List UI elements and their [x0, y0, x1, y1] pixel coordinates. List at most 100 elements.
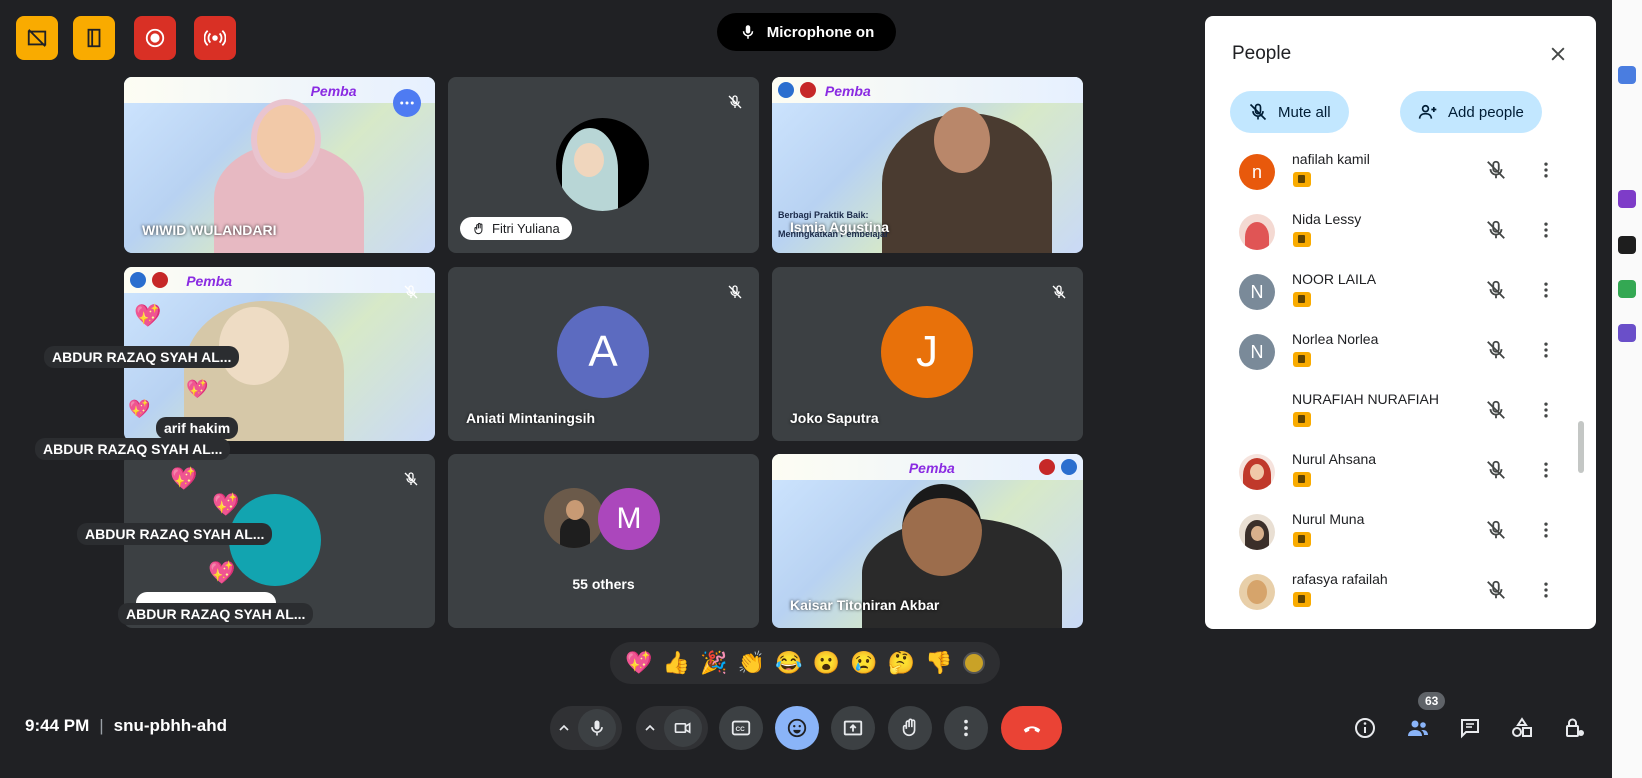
muted-indicator — [723, 90, 747, 114]
floating-name-label: ABDUR RAZAQ SYAH AL... — [118, 603, 314, 625]
mic-off-icon — [1487, 400, 1505, 419]
list-item[interactable]: Nurul Ahsana — [1205, 449, 1596, 509]
meeting-code[interactable]: snu-pbhh-ahd — [114, 716, 227, 736]
host-controls-button[interactable] — [1554, 708, 1594, 748]
mute-participant-button[interactable] — [1483, 157, 1509, 183]
reactions-button[interactable] — [775, 706, 819, 750]
extension-icon[interactable] — [1618, 66, 1636, 84]
participant-name: Aniati Mintaningsih — [466, 410, 596, 426]
participant-name: WIWID WULANDARI — [142, 222, 277, 238]
muted-indicator — [399, 280, 423, 304]
participant-tile-kaisar[interactable]: Pemba Kaisar Titoniran Akbar — [772, 454, 1083, 628]
add-people-label: Add people — [1448, 103, 1524, 121]
mute-participant-button[interactable] — [1483, 337, 1509, 363]
extension-icon[interactable] — [1618, 190, 1636, 208]
phone-hangup-icon — [1023, 726, 1040, 733]
participant-name: Joko Saputra — [790, 410, 879, 426]
participant-name: Norlea Norlea — [1292, 331, 1379, 347]
participant-tile-ismia[interactable]: Pemba Berbagi Praktik Baik: Meningkatkan… — [772, 77, 1083, 253]
present-screen-button[interactable] — [831, 706, 875, 750]
participant-name: Nida Lessy — [1292, 211, 1362, 227]
reaction-crying[interactable]: 😢 — [850, 650, 877, 676]
info-icon — [1355, 718, 1375, 738]
participant-more-button[interactable] — [1534, 337, 1558, 363]
extension-icon[interactable] — [1618, 280, 1636, 298]
reaction-thumbs-down[interactable]: 👎 — [925, 650, 952, 676]
reaction-party-popper[interactable]: 🎉 — [700, 650, 727, 676]
mute-participant-button[interactable] — [1483, 457, 1509, 483]
mute-participant-button[interactable] — [1483, 397, 1509, 423]
reaction-clapping[interactable]: 👏 — [738, 650, 765, 676]
recording-button[interactable] — [134, 16, 176, 60]
skin-tone-selector[interactable] — [962, 652, 985, 674]
breakout-rooms-button[interactable] — [73, 16, 115, 60]
list-item[interactable]: n nafilah kamil — [1205, 149, 1596, 209]
participant-tile-joko[interactable]: J Joko Saputra — [772, 267, 1083, 441]
camera-button[interactable] — [664, 709, 702, 747]
close-icon — [1551, 47, 1565, 61]
participant-tile-wiwid[interactable]: Pemba WIWID WULANDARI — [124, 77, 435, 253]
participant-more-button[interactable] — [1534, 397, 1558, 423]
chevron-up-icon[interactable] — [556, 720, 572, 736]
participant-tile-fitri[interactable]: Fitri Yuliana — [448, 77, 759, 253]
present-screen-icon — [843, 720, 863, 736]
panel-scrollbar[interactable] — [1578, 421, 1584, 473]
more-options-button[interactable] — [393, 89, 421, 117]
mic-off-icon — [1487, 160, 1505, 179]
others-avatar: M — [598, 488, 660, 550]
participant-more-button[interactable] — [1534, 157, 1558, 183]
people-button[interactable] — [1398, 708, 1438, 748]
mute-participant-button[interactable] — [1483, 277, 1509, 303]
add-people-button[interactable]: Add people — [1400, 91, 1542, 133]
mic-off-icon — [1249, 103, 1267, 121]
participant-more-button[interactable] — [1534, 517, 1558, 543]
list-item[interactable]: Nida Lessy — [1205, 209, 1596, 269]
chat-button[interactable] — [1450, 708, 1490, 748]
list-item[interactable]: N Norlea Norlea — [1205, 329, 1596, 389]
list-item[interactable]: rafasya rafailah — [1205, 569, 1596, 629]
microphone-icon — [742, 25, 753, 39]
participant-tile-aniati[interactable]: A Aniati Mintaningsih — [448, 267, 759, 441]
participant-more-button[interactable] — [1534, 457, 1558, 483]
close-panel-button[interactable] — [1544, 40, 1572, 68]
participant-tile-others[interactable]: M 55 others — [448, 454, 759, 628]
browser-side-strip — [1612, 0, 1642, 778]
more-vertical-icon — [1544, 402, 1548, 418]
avatar: A — [557, 306, 649, 398]
floating-name-label: ABDUR RAZAQ SYAH AL... — [77, 523, 273, 545]
live-stream-button[interactable] — [194, 16, 236, 60]
participant-more-button[interactable] — [1534, 577, 1558, 603]
more-options-button[interactable] — [944, 706, 988, 750]
raise-hand-button[interactable] — [888, 706, 932, 750]
meeting-details-button[interactable] — [1345, 708, 1385, 748]
activities-button[interactable] — [1502, 708, 1542, 748]
chevron-up-icon[interactable] — [642, 720, 658, 736]
microphone-button[interactable] — [578, 709, 616, 747]
captions-button[interactable]: CC — [719, 706, 763, 750]
mute-participant-button[interactable] — [1483, 517, 1509, 543]
mute-participant-button[interactable] — [1483, 577, 1509, 603]
door-icon — [87, 28, 101, 48]
svg-text:CC: CC — [736, 726, 746, 733]
extension-icon[interactable] — [1618, 236, 1636, 254]
leave-call-button[interactable] — [1001, 706, 1062, 750]
list-item[interactable]: Nurul Muna — [1205, 509, 1596, 569]
mic-off-icon — [1487, 220, 1505, 239]
reaction-thinking[interactable]: 🤔 — [888, 650, 915, 676]
reaction-thumbs-up[interactable]: 👍 — [663, 650, 690, 676]
participant-more-button[interactable] — [1534, 217, 1558, 243]
hide-tiles-button[interactable] — [16, 16, 58, 60]
list-item[interactable]: N NOOR LAILA — [1205, 269, 1596, 329]
mute-all-button[interactable]: Mute all — [1230, 91, 1349, 133]
extension-icon[interactable] — [1618, 324, 1636, 342]
participant-more-button[interactable] — [1534, 277, 1558, 303]
reaction-surprised[interactable]: 😮 — [813, 650, 840, 676]
mute-participant-button[interactable] — [1483, 217, 1509, 243]
participant-name: rafasya rafailah — [1292, 571, 1388, 587]
reaction-laughing[interactable]: 😂 — [775, 650, 802, 676]
reaction-sparkling-heart[interactable]: 💖 — [625, 650, 652, 676]
participant-name: NURAFIAH NURAFIAH — [1292, 391, 1440, 407]
broadcast-icon — [204, 30, 226, 46]
list-item[interactable]: NURAFIAH NURAFIAH — [1205, 389, 1596, 449]
heart-reaction: 💖 — [170, 466, 198, 491]
